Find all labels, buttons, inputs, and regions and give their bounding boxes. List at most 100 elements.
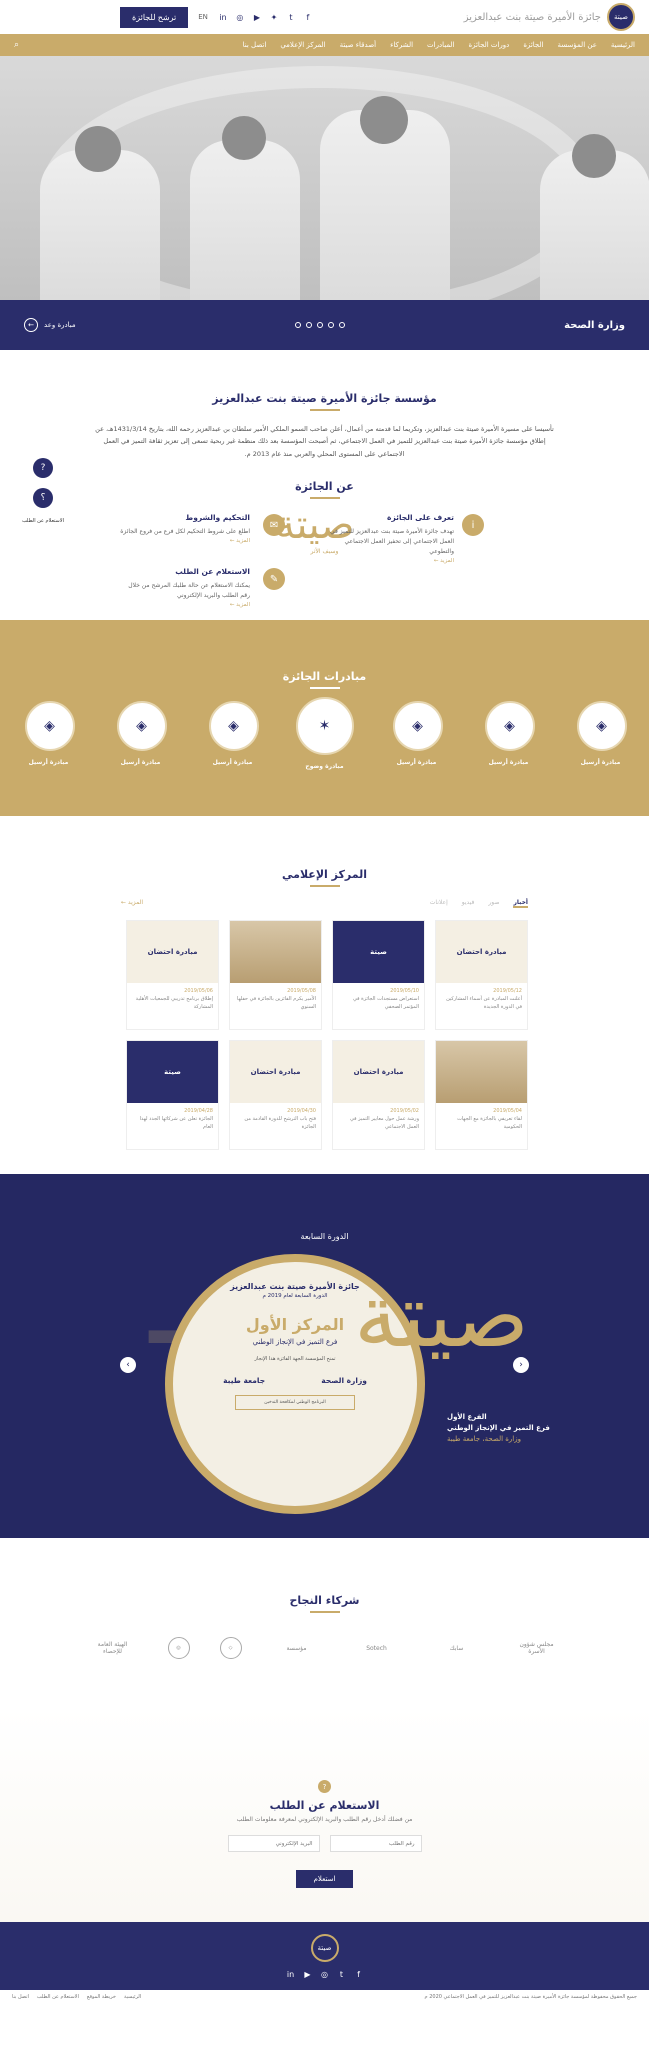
initiative-item[interactable]: ◈ مبادرة أرسيل [391,701,443,770]
arrow-left-icon: ← [24,318,39,332]
initiative-item[interactable]: ◈ مبادرة أرسيل [207,701,259,770]
hero-link-label: مبادرة وعد [44,321,76,329]
language-switch[interactable]: EN [198,13,208,21]
partner-logo[interactable]: Sotech [352,1645,402,1652]
media-card[interactable]: مبادرة احتضان 2019/05/02 ورشة عمل حول معاي… [332,1040,425,1151]
media-card[interactable]: صيتة 2019/05/10 استعراض مستجدات الجائزة في… [332,920,425,1031]
initiative-item[interactable]: ◈ مبادرة أرسيل [575,701,627,770]
initiative-item[interactable]: ◈ مبادرة أرسيل [483,701,535,770]
nav-item-media[interactable]: المركز الإعلامي [280,41,325,49]
slider-dot[interactable] [327,322,334,328]
more-link[interactable]: المزيد ← [121,899,143,908]
linkedin-icon[interactable]: in [218,13,228,22]
nav-item-award[interactable]: الجائزة [523,41,543,49]
site-logo[interactable]: صيتة جائزة الأميرة صيتة بنت عبدالعزيز [464,3,635,31]
inquiry-submit-button[interactable]: استعلام [295,1870,354,1889]
nav-item-about[interactable]: عن المؤسسة [558,41,597,49]
tab-photos[interactable]: صور [488,899,499,908]
certificate-box: البرنامج الوطني لمكافحة التدخين [235,1395,355,1411]
twitter-icon[interactable]: t [337,1970,347,1979]
title-divider [309,409,340,411]
footer-link[interactable]: الرئيسية [124,1994,141,2000]
media-card[interactable]: مبادرة احتضان 2019/05/12 أعلنت المبادرة عن… [435,920,528,1031]
slider-dot[interactable] [294,322,301,328]
tab-videos[interactable]: فيديو [462,899,475,908]
instagram-icon[interactable]: ✦ [269,13,279,22]
media-center: المركز الإعلامي أخبار صور فيديو إعلانات … [0,816,649,1174]
card-thumbnail: مبادرة احتضان [333,1041,424,1104]
footer-link[interactable]: اتصل بنا [12,1994,29,2000]
card-text: يمكنك الاستعلام عن حالة طلبك المرشح من خ… [128,581,250,599]
media-card[interactable]: صيتة 2019/04/28 الجائزة تعلن عن شركائها ال… [126,1040,219,1151]
hero-person-head [75,126,121,172]
help-icon[interactable]: ? [33,458,53,478]
request-number-field[interactable] [329,1835,422,1853]
nav-item-home[interactable]: الرئيسية [611,41,635,49]
title-divider [309,687,340,690]
media-card[interactable]: مبادرة احتضان 2019/05/06 إطلاق برنامج تدري… [126,920,219,1031]
media-card[interactable]: 2019/05/04 لقاء تعريفي بالجائزة مع الجهات… [435,1040,528,1151]
nav-item-partners[interactable]: الشركاء [390,41,413,49]
section-title: الدورة السابعة [300,1232,349,1242]
nav-item-friends[interactable]: أصدقاء صيتة [340,41,376,49]
instagram-icon[interactable]: ◎ [320,1970,330,1979]
logo-badge: صيتة [607,3,635,31]
initiative-item-active[interactable]: ✶ مبادرة وضوح [295,697,354,770]
media-grid: مبادرة احتضان 2019/05/12 أعلنت المبادرة عن… [121,920,528,1151]
partner-logo[interactable]: ◇ [219,1637,242,1660]
initiative-item[interactable]: ◈ مبادرة أرسيل [115,701,167,770]
more-link[interactable]: المزيد ← [120,537,250,546]
card-thumbnail [436,1041,527,1104]
initiative-logo-icon: ◈ [24,701,75,752]
slider-dot[interactable] [338,322,345,328]
more-link[interactable]: المزيد ← [324,557,454,566]
partner-logo[interactable]: مجلس شؤون الأسرة [512,1641,562,1655]
footer: صيتة f t ◎ ▶ in [0,1922,649,1991]
facebook-icon[interactable]: f [354,1970,364,1979]
hero-link[interactable]: مبادرة وعد ← [24,318,76,332]
card-title: الاستعلام عن الطلب [175,567,250,577]
slider-dot[interactable] [305,322,312,328]
initiative-item[interactable]: ◈ مبادرة أرسيل [23,701,75,770]
nav-item-contact[interactable]: اتصل بنا [243,41,267,49]
footer-link[interactable]: خريطة الموقع [87,1994,116,2000]
partner-logo[interactable]: سابك [432,1645,482,1652]
nav-item-cycles[interactable]: دورات الجائزة [468,41,509,49]
card-date: 2019/05/08 [287,988,316,995]
card-text: الأمير يكرم الفائزين بالجائزة في حفلها ا… [236,996,316,1011]
media-card[interactable]: مبادرة احتضان 2019/04/30 فتح باب الترشح لل… [229,1040,322,1151]
partner-logos: مجلس شؤون الأسرة سابك Sotech مؤسسة ◇ ◎ ا… [0,1637,649,1660]
initiative-name: مبادرة أرسيل [120,759,161,767]
footer-link[interactable]: الاستعلام عن الطلب [37,1994,79,2000]
search-icon[interactable]: ⌕ [14,40,19,50]
linkedin-icon[interactable]: in [286,1970,296,1979]
partner-logo[interactable]: الهيئة العامة للإحصاء [88,1641,138,1655]
nav-item-initiatives[interactable]: المبادرات [427,41,454,49]
tab-news[interactable]: أخبار [513,899,528,909]
card-text: ورشة عمل حول معايير التميز في العمل الاج… [349,1116,419,1131]
tab-ads[interactable]: إعلانات [430,899,448,908]
snapchat-icon[interactable]: ◎ [235,13,245,22]
partner-logo[interactable]: مؤسسة [272,1645,322,1652]
footer-logo[interactable]: صيتة [310,1934,339,1963]
previous-cycle: ـ الدورة السابعة ‹ › جائزة الأميرة صيتة … [0,1174,649,1539]
initiative-logo-icon: ◈ [208,701,259,752]
card-text: أعلنت المبادرة عن أسماء المشاركين في الد… [446,996,522,1011]
judging-icon: ✉ [263,514,285,537]
section-title: مبادرات الجائزة [282,670,367,684]
partner-logo[interactable]: ◎ [167,1637,190,1660]
email-field[interactable] [227,1835,320,1853]
facebook-icon[interactable]: f [303,13,313,22]
youtube-icon[interactable]: ▶ [303,1970,313,1979]
prev-arrow-icon[interactable]: › [120,1357,136,1374]
award-info-card: تعرف على الجائزة تهدف جائزة الأميرة صيتة… [324,512,454,567]
hero-slider-image [0,56,649,300]
nominate-button[interactable]: ترشح للجائزة [120,6,189,28]
youtube-icon[interactable]: ▶ [252,13,262,22]
slider-dot[interactable] [316,322,323,328]
media-card[interactable]: 2019/05/08 الأمير يكرم الفائزين بالجائزة … [229,920,322,1031]
info-icon: i [462,514,484,537]
more-link[interactable]: المزيد ← [120,601,250,610]
twitter-icon[interactable]: t [286,13,296,22]
card-date: 2019/05/04 [493,1108,522,1115]
